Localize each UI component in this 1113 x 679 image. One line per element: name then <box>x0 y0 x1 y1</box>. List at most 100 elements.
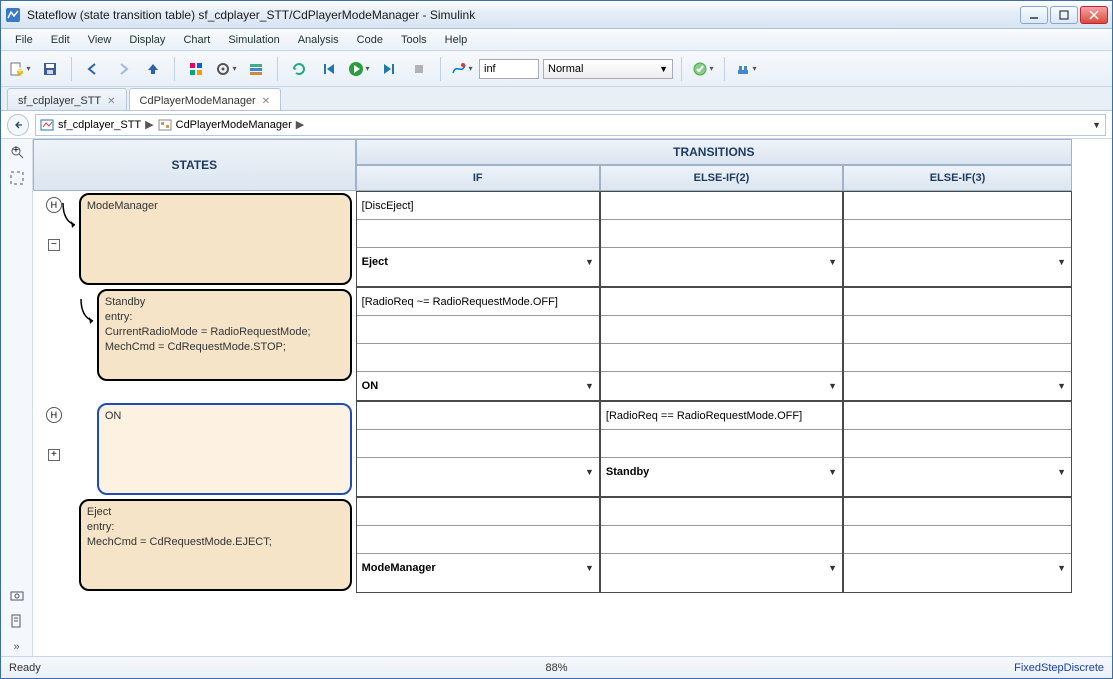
run-button[interactable]: ▾ <box>346 56 372 82</box>
zoom-level: 88% <box>545 662 567 674</box>
close-icon[interactable]: ✕ <box>107 96 115 107</box>
destination-select[interactable]: ON▼ <box>357 372 599 400</box>
condition-cell[interactable] <box>357 498 599 526</box>
status-bar: Ready 88% FixedStepDiscrete <box>1 656 1112 678</box>
menu-chart[interactable]: Chart <box>175 32 218 48</box>
action-cell[interactable] <box>357 316 599 344</box>
action-cell[interactable] <box>357 526 599 554</box>
menu-simulation[interactable]: Simulation <box>220 32 287 48</box>
condition-cell[interactable]: [DiscEject] <box>357 192 599 220</box>
minimize-button[interactable] <box>1020 6 1048 24</box>
menu-analysis[interactable]: Analysis <box>290 32 347 48</box>
zoom-in-icon[interactable]: + <box>8 143 26 161</box>
state-eject[interactable]: Eject entry: MechCmd = CdRequestMode.EJE… <box>79 499 352 591</box>
destination-select[interactable]: ▼ <box>357 458 599 486</box>
destination-select[interactable]: ▼ <box>601 372 842 400</box>
condition-cell[interactable] <box>844 402 1071 430</box>
simulation-mode-select[interactable]: Normal▼ <box>543 59 673 79</box>
destination-select[interactable]: ModeManager▼ <box>357 554 599 582</box>
condition-cell[interactable] <box>844 288 1071 316</box>
destination-select[interactable]: ▼ <box>844 458 1071 486</box>
destination-select[interactable]: Standby▼ <box>601 458 842 486</box>
action-cell[interactable] <box>844 220 1071 248</box>
snapshot-icon[interactable] <box>8 586 26 604</box>
library-browser-button[interactable] <box>183 56 209 82</box>
action-cell[interactable] <box>844 430 1071 458</box>
new-button[interactable]: +▾ <box>7 56 33 82</box>
action-cell[interactable] <box>601 220 842 248</box>
menu-code[interactable]: Code <box>349 32 391 48</box>
back-button[interactable] <box>80 56 106 82</box>
close-button[interactable] <box>1080 6 1108 24</box>
condition-cell[interactable] <box>601 192 842 220</box>
action-cell[interactable] <box>601 526 842 554</box>
collapse-toggle[interactable]: − <box>48 239 60 251</box>
destination-select[interactable]: ▼ <box>601 248 842 276</box>
report-icon[interactable] <box>8 612 26 630</box>
step-forward-button[interactable] <box>376 56 402 82</box>
show-hide-explorer-button[interactable] <box>7 114 29 136</box>
condition-cell[interactable] <box>601 498 842 526</box>
menu-view[interactable]: View <box>80 32 120 48</box>
destination-select[interactable]: Eject▼ <box>357 248 599 276</box>
up-button[interactable] <box>140 56 166 82</box>
toolbar: +▾ ▾ ▾ ▾ Normal▼ ▾ ▾ <box>1 51 1112 87</box>
menu-edit[interactable]: Edit <box>43 32 78 48</box>
menu-tools[interactable]: Tools <box>393 32 435 48</box>
state-name: ModeManager <box>87 199 344 214</box>
destination-select[interactable]: ▼ <box>844 372 1071 400</box>
breadcrumb[interactable]: sf_cdplayer_STT ▶ CdPlayerModeManager ▶ … <box>35 114 1106 136</box>
stop-button[interactable] <box>406 56 432 82</box>
collapse-icon[interactable]: » <box>8 638 26 656</box>
breadcrumb-item[interactable]: sf_cdplayer_STT <box>58 119 141 131</box>
fit-view-icon[interactable] <box>8 169 26 187</box>
model-explorer-button[interactable] <box>243 56 269 82</box>
action-cell[interactable] <box>844 526 1071 554</box>
build-button[interactable]: ▾ <box>733 56 759 82</box>
breadcrumb-dropdown[interactable]: ▼ <box>1092 120 1101 130</box>
condition-cell[interactable] <box>357 402 599 430</box>
step-back-button[interactable] <box>316 56 342 82</box>
menu-display[interactable]: Display <box>121 32 173 48</box>
menu-help[interactable]: Help <box>437 32 476 48</box>
chevron-right-icon: ▶ <box>296 118 304 131</box>
condition-cell[interactable]: [RadioReq == RadioRequestMode.OFF] <box>601 402 842 430</box>
solver-label[interactable]: FixedStepDiscrete <box>1014 662 1104 674</box>
state-modemanager[interactable]: ModeManager <box>79 193 352 285</box>
condition-cell[interactable]: [RadioReq ~= RadioRequestMode.OFF] <box>357 288 599 316</box>
destination-select[interactable]: ▼ <box>601 554 842 582</box>
action-cell[interactable] <box>601 344 842 372</box>
action-cell[interactable] <box>357 220 599 248</box>
record-button[interactable]: ▾ <box>449 56 475 82</box>
state-on[interactable]: ON <box>97 403 352 495</box>
tab-cdplayermodemanager[interactable]: CdPlayerModeManager✕ <box>129 88 282 110</box>
forward-button[interactable] <box>110 56 136 82</box>
breadcrumb-item[interactable]: CdPlayerModeManager <box>176 119 292 131</box>
state-standby[interactable]: Standby entry: CurrentRadioMode = RadioR… <box>97 289 352 381</box>
stop-time-input[interactable] <box>479 59 539 79</box>
action-cell[interactable] <box>844 316 1071 344</box>
expand-toggle[interactable]: + <box>48 449 60 461</box>
action-cell[interactable] <box>357 344 599 372</box>
save-button[interactable] <box>37 56 63 82</box>
condition-cell[interactable] <box>601 288 842 316</box>
condition-cell[interactable] <box>844 498 1071 526</box>
tab-sf-cdplayer[interactable]: sf_cdplayer_STT✕ <box>7 88 127 110</box>
update-diagram-button[interactable] <box>286 56 312 82</box>
destination-select[interactable]: ▼ <box>844 248 1071 276</box>
window-title: Stateflow (state transition table) sf_cd… <box>27 8 1020 22</box>
action-cell[interactable] <box>601 430 842 458</box>
elseif2-header: ELSE-IF(2) <box>600 165 843 191</box>
action-cell[interactable] <box>601 316 842 344</box>
maximize-button[interactable] <box>1050 6 1078 24</box>
destination-select[interactable]: ▼ <box>844 554 1071 582</box>
close-icon[interactable]: ✕ <box>262 96 270 107</box>
history-junction-icon[interactable]: H <box>46 197 62 213</box>
menu-file[interactable]: File <box>7 32 41 48</box>
history-junction-icon[interactable]: H <box>46 407 62 423</box>
condition-cell[interactable] <box>844 192 1071 220</box>
checkmark-button[interactable]: ▾ <box>690 56 716 82</box>
action-cell[interactable] <box>357 430 599 458</box>
model-config-button[interactable]: ▾ <box>213 56 239 82</box>
action-cell[interactable] <box>844 344 1071 372</box>
